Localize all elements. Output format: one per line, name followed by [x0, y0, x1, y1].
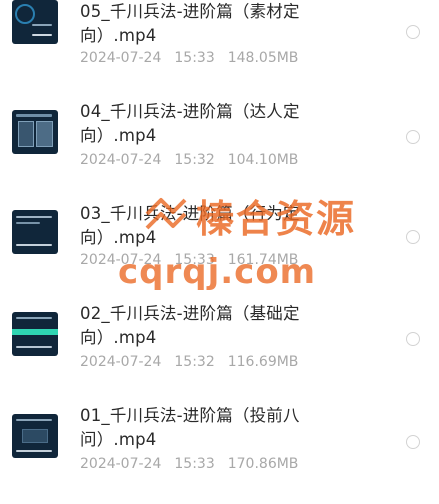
file-date: 2024-07-24 [80, 456, 162, 472]
video-thumbnail [12, 312, 58, 356]
video-thumbnail [12, 110, 58, 154]
file-date: 2024-07-24 [80, 152, 162, 168]
file-time: 15:33 [174, 456, 215, 472]
file-name: 01_千川兵法-进阶篇（投前八问）.mp4 [80, 406, 300, 449]
file-list: 05_千川兵法-进阶篇（素材定向）.mp4 2024-07-24 15:33 148… [0, 0, 439, 487]
list-item[interactable]: 01_千川兵法-进阶篇（投前八问）.mp4 2024-07-24 15:33 170… [0, 404, 439, 504]
select-radio[interactable] [406, 25, 420, 39]
video-thumbnail [12, 0, 58, 44]
file-size: 148.05MB [227, 50, 299, 66]
select-radio[interactable] [406, 435, 420, 449]
file-date: 2024-07-24 [80, 50, 162, 66]
watermark-text: 榛合资源 [196, 197, 357, 241]
file-name: 02_千川兵法-进阶篇（基础定向）.mp4 [80, 304, 300, 347]
select-radio[interactable] [406, 230, 420, 244]
file-time: 15:32 [174, 152, 215, 168]
file-size: 116.69MB [227, 354, 299, 370]
file-meta: 2024-07-24 15:32 104.10MB [80, 152, 311, 168]
file-meta: 2024-07-24 15:33 170.86MB [80, 456, 311, 472]
file-name: 05_千川兵法-进阶篇（素材定向）.mp4 [80, 2, 300, 45]
list-item[interactable]: 02_千川兵法-进阶篇（基础定向）.mp4 2024-07-24 15:32 116… [0, 302, 439, 402]
file-date: 2024-07-24 [80, 354, 162, 370]
file-time: 15:32 [174, 354, 215, 370]
file-meta: 2024-07-24 15:33 148.05MB [80, 50, 311, 66]
video-thumbnail [12, 210, 58, 254]
select-radio[interactable] [406, 130, 420, 144]
file-time: 15:33 [174, 50, 215, 66]
list-item[interactable]: 04_千川兵法-进阶篇（达人定向）.mp4 2024-07-24 15:32 104… [0, 100, 439, 200]
file-meta: 2024-07-24 15:32 116.69MB [80, 354, 311, 370]
file-size: 104.10MB [227, 152, 299, 168]
list-item[interactable]: 05_千川兵法-进阶篇（素材定向）.mp4 2024-07-24 15:33 148… [0, 0, 439, 92]
watermark-logo-icon [145, 198, 187, 230]
file-size: 170.86MB [227, 456, 299, 472]
video-thumbnail [12, 414, 58, 458]
select-radio[interactable] [406, 332, 420, 346]
watermark-url: cqrqj.com [118, 252, 317, 292]
file-name: 04_千川兵法-进阶篇（达人定向）.mp4 [80, 102, 300, 145]
